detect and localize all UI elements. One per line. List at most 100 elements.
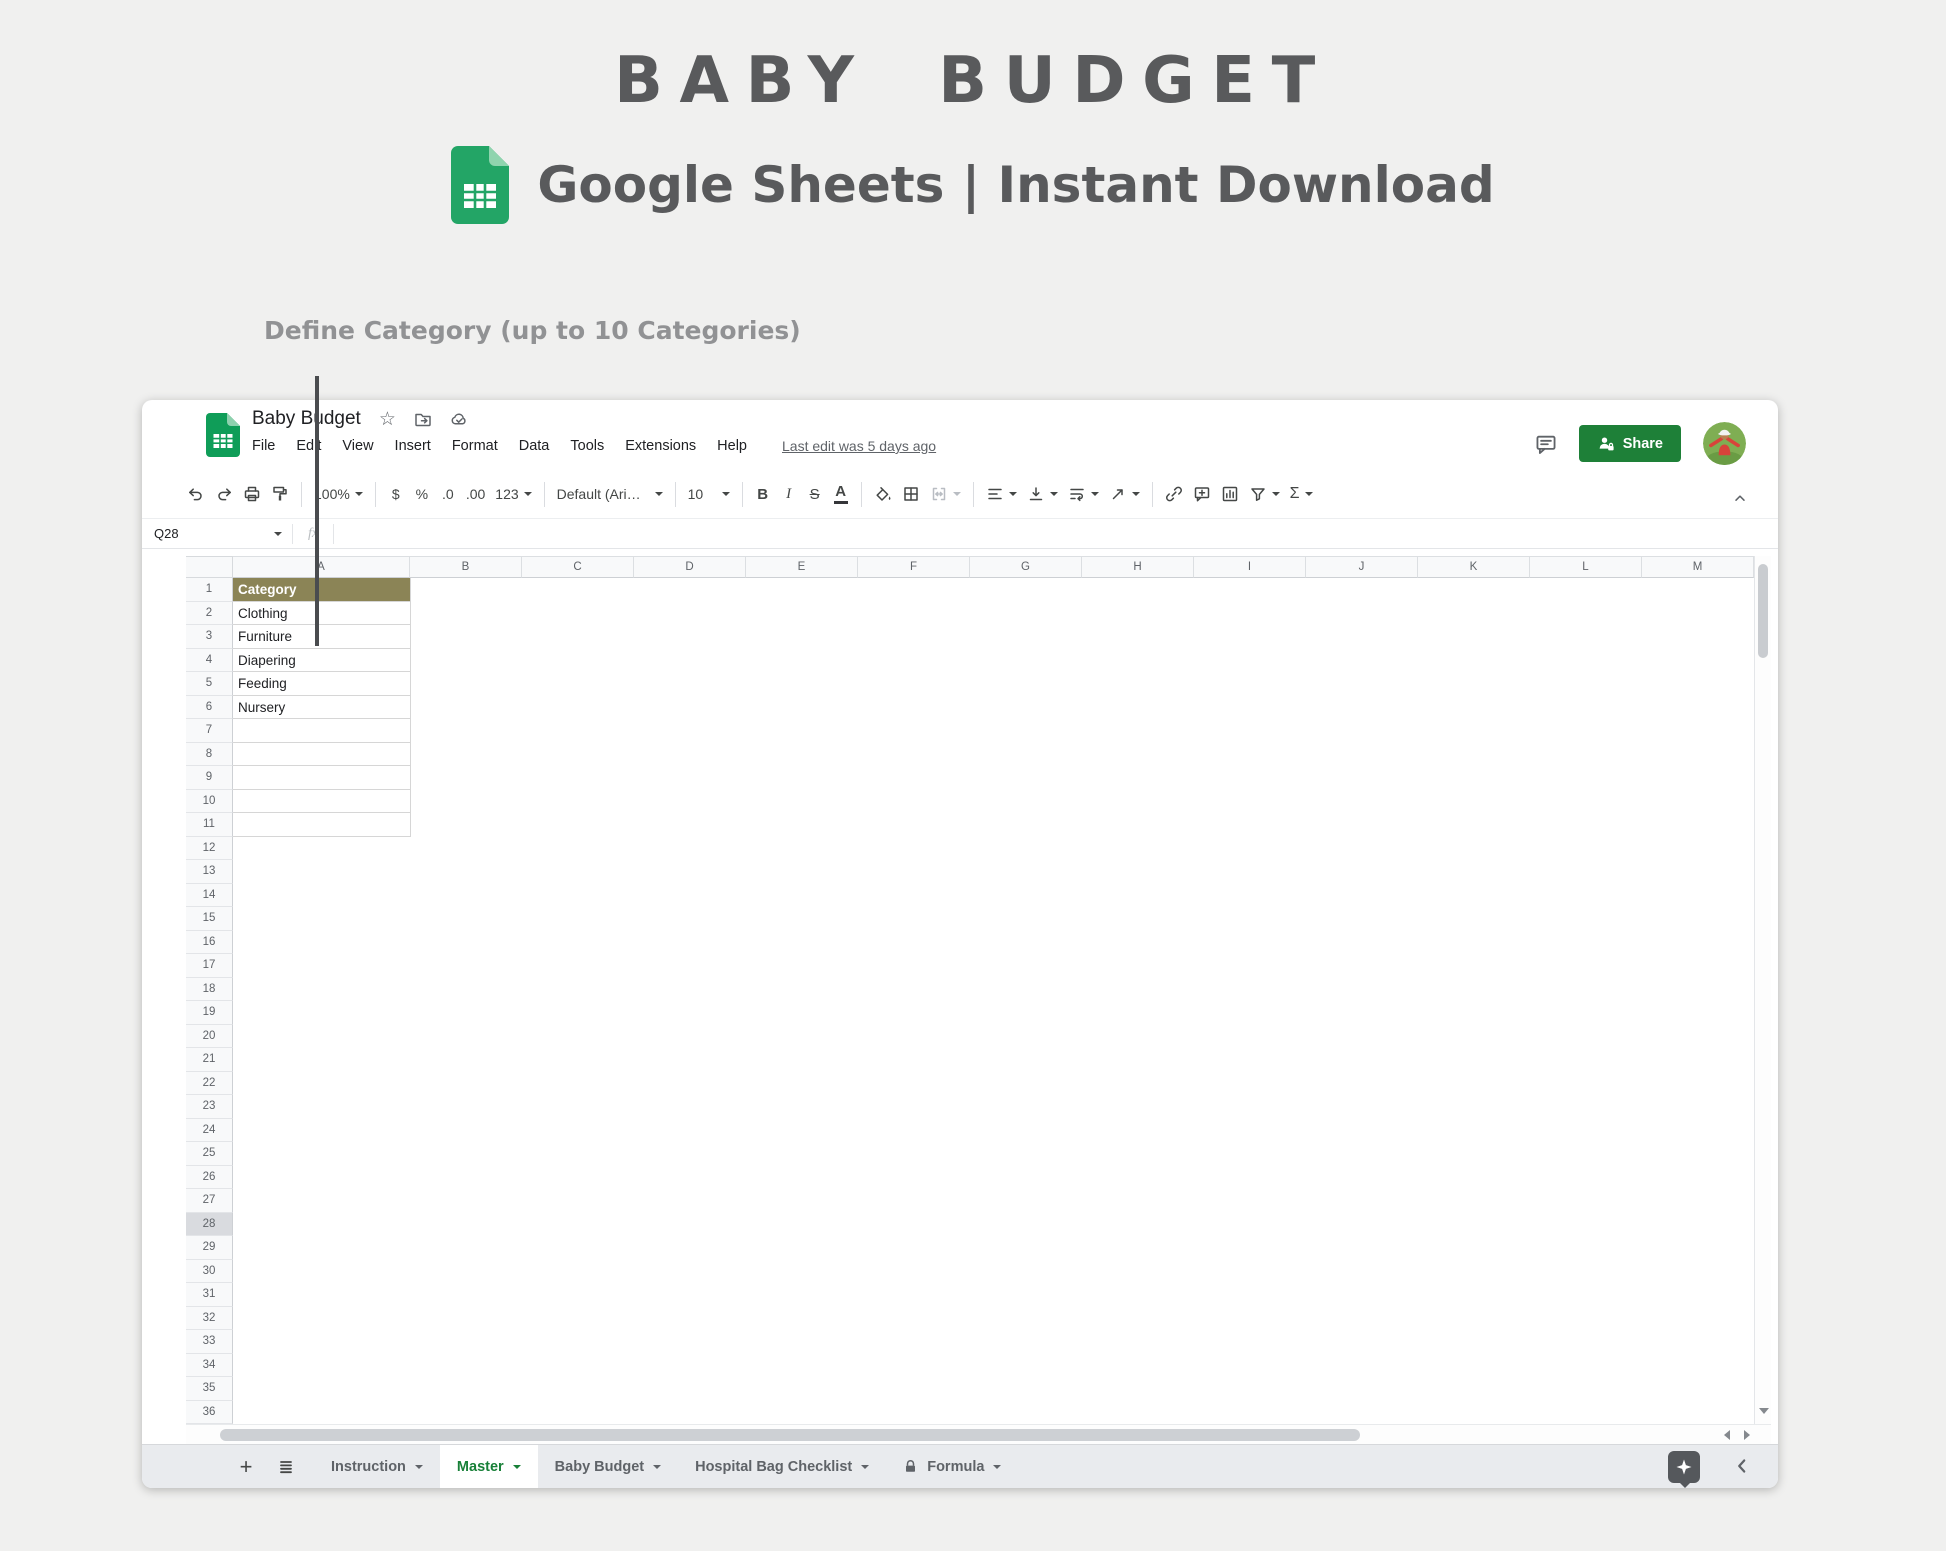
row-header-3[interactable]: 3 xyxy=(186,625,233,649)
column-header-J[interactable]: J xyxy=(1306,556,1418,578)
row-header-18[interactable]: 18 xyxy=(186,978,233,1002)
vertical-scrollbar-thumb[interactable] xyxy=(1758,564,1768,658)
row-header-26[interactable]: 26 xyxy=(186,1166,233,1190)
insert-link-button[interactable] xyxy=(1160,480,1188,508)
font-family-select[interactable]: Default (Ari… xyxy=(552,480,668,508)
cell-A4[interactable]: Diapering xyxy=(233,649,411,673)
borders-button[interactable] xyxy=(897,480,925,508)
row-header-20[interactable]: 20 xyxy=(186,1025,233,1049)
menu-extensions[interactable]: Extensions xyxy=(625,438,696,454)
cell-A9[interactable] xyxy=(233,766,411,790)
row-header-4[interactable]: 4 xyxy=(186,649,233,673)
scroll-down-button[interactable] xyxy=(1755,1402,1772,1420)
functions-button[interactable]: Σ xyxy=(1285,480,1318,508)
column-header-K[interactable]: K xyxy=(1418,556,1530,578)
format-percent-button[interactable]: % xyxy=(409,480,435,508)
menu-view[interactable]: View xyxy=(342,438,373,454)
tab-instruction[interactable]: Instruction xyxy=(314,1445,440,1489)
row-header-19[interactable]: 19 xyxy=(186,1001,233,1025)
column-header-C[interactable]: C xyxy=(522,556,634,578)
row-header-28[interactable]: 28 xyxy=(186,1213,233,1237)
row-header-8[interactable]: 8 xyxy=(186,743,233,767)
column-header-I[interactable]: I xyxy=(1194,556,1306,578)
menu-format[interactable]: Format xyxy=(452,438,498,454)
tab-master[interactable]: Master xyxy=(440,1445,538,1489)
row-header-17[interactable]: 17 xyxy=(186,954,233,978)
column-header-E[interactable]: E xyxy=(746,556,858,578)
insert-comment-button[interactable] xyxy=(1188,480,1216,508)
row-header-24[interactable]: 24 xyxy=(186,1119,233,1143)
menu-data[interactable]: Data xyxy=(519,438,550,454)
more-formats-button[interactable]: 123 xyxy=(490,480,536,508)
cell-A5[interactable]: Feeding xyxy=(233,672,411,696)
name-box[interactable]: Q28 xyxy=(142,519,292,548)
menu-file[interactable]: File xyxy=(252,438,275,454)
merge-cells-button[interactable] xyxy=(925,480,966,508)
explore-button[interactable] xyxy=(1668,1451,1700,1483)
cell-A11[interactable] xyxy=(233,813,411,837)
redo-button[interactable] xyxy=(210,480,238,508)
row-header-22[interactable]: 22 xyxy=(186,1072,233,1096)
row-header-35[interactable]: 35 xyxy=(186,1377,233,1401)
row-header-13[interactable]: 13 xyxy=(186,860,233,884)
share-button[interactable]: Share xyxy=(1579,425,1681,462)
google-sheets-logo-icon[interactable] xyxy=(206,413,240,457)
cell-A10[interactable] xyxy=(233,790,411,814)
vertical-align-button[interactable] xyxy=(1022,480,1063,508)
add-sheet-button[interactable]: + xyxy=(234,1456,258,1478)
horizontal-scrollbar[interactable] xyxy=(186,1424,1771,1444)
font-size-select[interactable]: 10 xyxy=(683,480,735,508)
menu-insert[interactable]: Insert xyxy=(395,438,431,454)
move-to-folder-icon[interactable] xyxy=(414,410,432,428)
fill-color-button[interactable] xyxy=(869,480,897,508)
row-header-29[interactable]: 29 xyxy=(186,1236,233,1260)
undo-button[interactable] xyxy=(182,480,210,508)
star-icon[interactable]: ☆ xyxy=(379,410,396,429)
row-header-9[interactable]: 9 xyxy=(186,766,233,790)
row-header-32[interactable]: 32 xyxy=(186,1307,233,1331)
menu-help[interactable]: Help xyxy=(717,438,747,454)
formula-input[interactable] xyxy=(334,519,1778,548)
row-header-31[interactable]: 31 xyxy=(186,1283,233,1307)
column-header-H[interactable]: H xyxy=(1082,556,1194,578)
row-header-2[interactable]: 2 xyxy=(186,602,233,626)
column-header-F[interactable]: F xyxy=(858,556,970,578)
column-header-B[interactable]: B xyxy=(410,556,522,578)
row-header-21[interactable]: 21 xyxy=(186,1048,233,1072)
scroll-left-button[interactable] xyxy=(1718,1427,1735,1443)
row-header-7[interactable]: 7 xyxy=(186,719,233,743)
strikethrough-button[interactable]: S xyxy=(802,480,828,508)
row-header-25[interactable]: 25 xyxy=(186,1142,233,1166)
row-header-12[interactable]: 12 xyxy=(186,837,233,861)
horizontal-align-button[interactable] xyxy=(981,480,1022,508)
column-header-A[interactable]: A xyxy=(233,556,410,578)
row-header-1[interactable]: 1 xyxy=(186,578,233,602)
bold-button[interactable]: B xyxy=(750,480,776,508)
row-header-36[interactable]: 36 xyxy=(186,1401,233,1425)
cloud-saved-icon[interactable] xyxy=(450,410,468,428)
text-wrap-button[interactable] xyxy=(1063,480,1104,508)
text-color-button[interactable]: A xyxy=(828,480,854,508)
row-header-16[interactable]: 16 xyxy=(186,931,233,955)
document-title[interactable]: Baby Budget xyxy=(252,408,361,430)
row-header-23[interactable]: 23 xyxy=(186,1095,233,1119)
column-header-D[interactable]: D xyxy=(634,556,746,578)
text-rotation-button[interactable] xyxy=(1104,480,1145,508)
cell-A3[interactable]: Furniture xyxy=(233,625,411,649)
column-header-L[interactable]: L xyxy=(1530,556,1642,578)
hide-menus-button[interactable] xyxy=(1726,484,1754,512)
cell-A2[interactable]: Clothing xyxy=(233,602,411,626)
print-button[interactable] xyxy=(238,480,266,508)
account-avatar[interactable] xyxy=(1703,422,1746,465)
insert-chart-button[interactable] xyxy=(1216,480,1244,508)
column-header-G[interactable]: G xyxy=(970,556,1082,578)
column-header-M[interactable]: M xyxy=(1642,556,1754,578)
paint-format-button[interactable] xyxy=(266,480,294,508)
comment-history-icon[interactable] xyxy=(1535,433,1557,455)
select-all-corner[interactable] xyxy=(186,556,233,578)
all-sheets-button[interactable] xyxy=(274,1458,298,1476)
format-currency-button[interactable]: $ xyxy=(383,480,409,508)
scroll-right-button[interactable] xyxy=(1738,1427,1755,1443)
tab-baby-budget[interactable]: Baby Budget xyxy=(538,1445,678,1489)
tab-hospital-bag-checklist[interactable]: Hospital Bag Checklist xyxy=(678,1445,886,1489)
